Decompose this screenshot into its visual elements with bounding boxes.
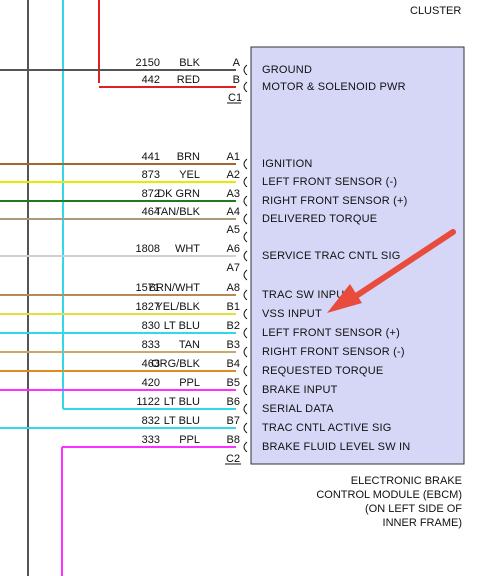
pin-terminal-a4 bbox=[243, 213, 248, 225]
pin-function-b8: BRAKE FLUID LEVEL SW IN bbox=[262, 441, 410, 453]
wire-color-b4: ORG/BLK bbox=[151, 358, 201, 370]
wire-color-a1: BRN bbox=[177, 151, 200, 163]
circuit-number-b3: 833 bbox=[142, 339, 160, 351]
circuit-number-b2: 830 bbox=[142, 320, 160, 332]
wire-color-b: RED bbox=[177, 74, 200, 86]
wires-group: 2150 BLK A442 RED B441 BRN A1873 YEL A2872DK GRN… bbox=[0, 0, 248, 576]
pin-terminal-a2 bbox=[243, 176, 248, 188]
wire-color-b3: TAN bbox=[179, 339, 200, 351]
pin-function-a2: LEFT FRONT SENSOR (-) bbox=[262, 176, 397, 188]
pin-a1: A1 bbox=[227, 151, 240, 163]
wire-color-b2: LT BLU bbox=[164, 320, 200, 332]
pin-a7: A7 bbox=[227, 262, 240, 274]
pin-a5: A5 bbox=[227, 224, 240, 236]
pin-a3: A3 bbox=[227, 188, 240, 200]
pin-terminal-a7 bbox=[243, 269, 248, 281]
circuit-number-a6: 1808 bbox=[136, 243, 160, 255]
circuit-number-b8: 333 bbox=[142, 434, 160, 446]
pin-b1: B1 bbox=[227, 301, 240, 313]
module-caption-line-1: ELECTRONIC BRAKE bbox=[351, 475, 462, 487]
module-caption-line-2: CONTROL MODULE (EBCM) bbox=[316, 489, 462, 501]
pin-b6: B6 bbox=[227, 396, 240, 408]
pin-b5: B5 bbox=[227, 377, 240, 389]
pin-function-b1: VSS INPUT bbox=[262, 308, 322, 320]
pin-b3: B3 bbox=[227, 339, 240, 351]
pin-terminal-b2 bbox=[243, 327, 248, 339]
pin-function-a1: IGNITION bbox=[262, 158, 313, 170]
module-caption-line-3: (ON LEFT SIDE OF bbox=[365, 503, 462, 515]
pin-a2: A2 bbox=[227, 169, 240, 181]
cluster-label: CLUSTER bbox=[410, 5, 461, 17]
module-caption-line-4: INNER FRAME) bbox=[383, 517, 462, 529]
pin-terminal-a3 bbox=[243, 195, 248, 207]
pin-function-a3: RIGHT FRONT SENSOR (+) bbox=[262, 195, 407, 207]
pin-function-b: MOTOR & SOLENOID PWR bbox=[262, 81, 406, 93]
pin-terminal-a6 bbox=[243, 250, 248, 262]
wire-color-a: BLK bbox=[179, 57, 200, 69]
pin-function-b2: LEFT FRONT SENSOR (+) bbox=[262, 327, 400, 339]
pin-terminal-b6 bbox=[243, 403, 248, 415]
pin-function-b6: SERIAL DATA bbox=[262, 403, 334, 415]
pin-a4: A4 bbox=[227, 206, 240, 218]
circuit-number-b6: 1122 bbox=[136, 396, 160, 408]
pin-a6: A6 bbox=[227, 243, 240, 255]
pin-terminal-a5 bbox=[243, 231, 248, 243]
connector-c1-label: C1 bbox=[228, 92, 242, 104]
pin-terminal-a bbox=[243, 64, 248, 76]
pin-a8: A8 bbox=[227, 282, 240, 294]
circuit-number-b5: 420 bbox=[142, 377, 160, 389]
wire-color-b6: LT BLU bbox=[164, 396, 200, 408]
pin-function-b3: RIGHT FRONT SENSOR (-) bbox=[262, 346, 405, 358]
pin-b2: B2 bbox=[227, 320, 240, 332]
wire-color-a3: DK GRN bbox=[157, 188, 200, 200]
pin-b: B bbox=[233, 74, 240, 86]
pin-terminal-a1 bbox=[243, 158, 248, 170]
wire-color-b5: PPL bbox=[179, 377, 200, 389]
circuit-number-b: 442 bbox=[142, 74, 160, 86]
pin-function-a: GROUND bbox=[262, 64, 312, 76]
pin-terminal-b7 bbox=[243, 422, 248, 434]
wire-color-b8: PPL bbox=[179, 434, 200, 446]
wire-color-b1: YEL/BLK bbox=[155, 301, 200, 313]
pin-function-a4: DELIVERED TORQUE bbox=[262, 213, 377, 225]
pin-a: A bbox=[233, 57, 241, 69]
wire-color-b7: LT BLU bbox=[164, 415, 200, 427]
pin-function-b4: REQUESTED TORQUE bbox=[262, 365, 383, 377]
wire-color-a6: WHT bbox=[175, 243, 200, 255]
circuit-number-a: 2150 bbox=[136, 57, 160, 69]
wiring-diagram: CLUSTER 2150 BLK A 442 RED B 441 BRN A1 873 YEL A2 8… bbox=[0, 0, 504, 576]
wire-color-a2: YEL bbox=[179, 169, 200, 181]
wire-color-a8: BRN/WHT bbox=[149, 282, 201, 294]
pin-b4: B4 bbox=[227, 358, 240, 370]
pin-terminal-b1 bbox=[243, 308, 248, 320]
pin-function-a6: SERVICE TRAC CNTL SIG bbox=[262, 250, 400, 262]
pin-terminal-b3 bbox=[243, 346, 248, 358]
diagram-canvas: CLUSTER 2150 BLK A 442 RED B 441 BRN A1 873 YEL A2 8… bbox=[0, 0, 465, 576]
pin-function-b5: BRAKE INPUT bbox=[262, 384, 338, 396]
pin-b7: B7 bbox=[227, 415, 240, 427]
circuit-number-a1: 441 bbox=[142, 151, 160, 163]
circuit-number-a2: 873 bbox=[142, 169, 160, 181]
pin-terminal-b4 bbox=[243, 365, 248, 377]
pin-terminal-b bbox=[243, 81, 248, 93]
pin-terminal-a8 bbox=[243, 289, 248, 301]
connector-c2-label: C2 bbox=[226, 453, 240, 465]
wire-color-a4: TAN/BLK bbox=[155, 206, 201, 218]
pin-function-b7: TRAC CNTL ACTIVE SIG bbox=[262, 422, 392, 434]
circuit-number-b7: 832 bbox=[142, 415, 160, 427]
pin-terminal-b5 bbox=[243, 384, 248, 396]
pin-terminal-b8 bbox=[243, 441, 248, 453]
pin-b8: B8 bbox=[227, 434, 240, 446]
